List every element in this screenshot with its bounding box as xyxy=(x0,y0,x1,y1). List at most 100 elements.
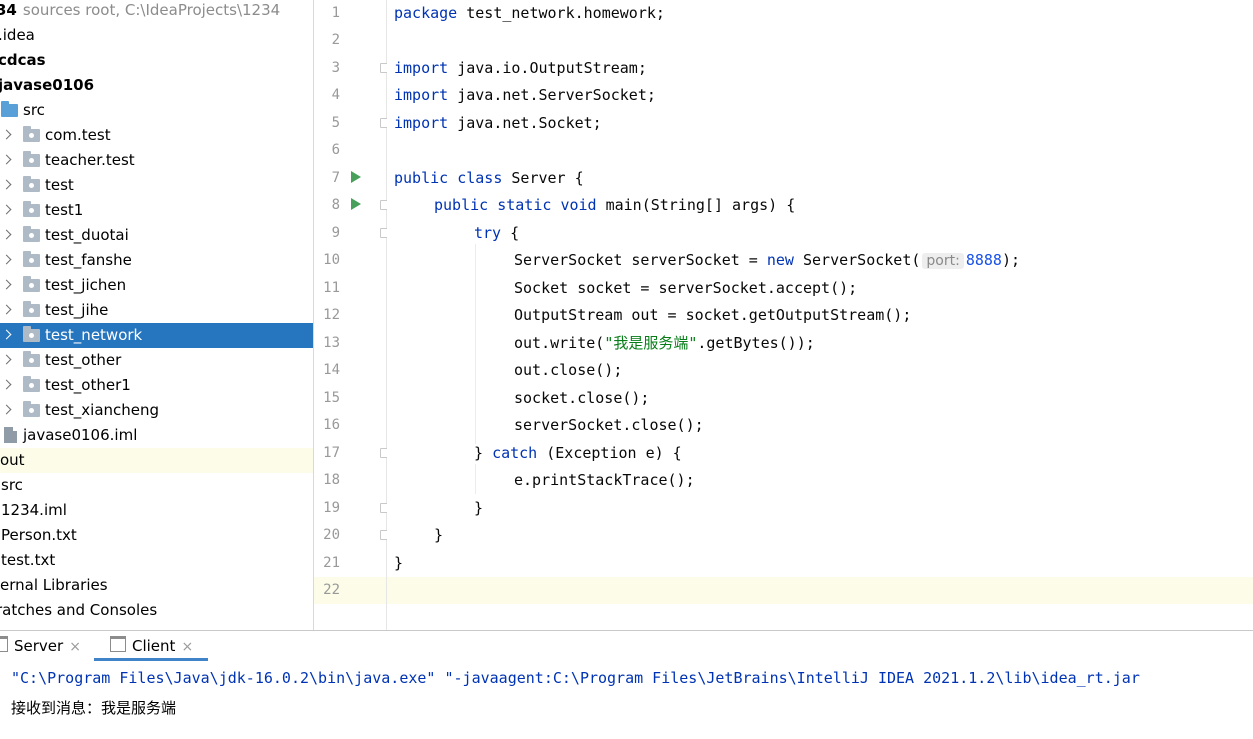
tree-item-src-root[interactable]: src xyxy=(0,473,313,498)
run-tab-client[interactable]: Client × xyxy=(94,631,208,661)
code-token: ServerSocket( xyxy=(793,251,921,269)
tree-item-external-libraries[interactable]: ernal Libraries xyxy=(0,573,313,598)
code-token: main(String[] args) { xyxy=(596,196,796,214)
source-folder-icon xyxy=(1,101,18,117)
indent-guide xyxy=(475,464,476,494)
code-line-3: import java.io.OutputStream; xyxy=(394,55,647,82)
tree-item-root[interactable]: 34 sources root, C:\IdeaProjects\1234 xyxy=(0,0,313,23)
tree-item-test1[interactable]: test1 xyxy=(0,198,313,223)
tree-item-cdcas[interactable]: cdcas xyxy=(0,48,313,73)
tree-item-com-test[interactable]: com.test xyxy=(0,123,313,148)
tree-item-label: test_other1 xyxy=(45,376,131,394)
package-folder-icon xyxy=(23,176,40,192)
editor-gutter[interactable]: 1 2 3 4 5 6 7 8 9 10 11 12 13 14 15 16 1… xyxy=(314,0,390,630)
tree-item-out[interactable]: out xyxy=(0,448,313,473)
tree-item-label: javase0106.iml xyxy=(23,426,138,444)
tree-item-label: test xyxy=(45,176,74,194)
package-folder-icon xyxy=(23,401,40,417)
chevron-right-icon[interactable] xyxy=(2,248,14,272)
code-token: .getBytes()); xyxy=(697,334,815,352)
tree-item-test-network[interactable]: test_network xyxy=(0,323,313,348)
chevron-right-icon[interactable] xyxy=(2,123,14,147)
tree-item-test-jichen[interactable]: test_jichen xyxy=(0,273,313,298)
package-folder-icon xyxy=(23,251,40,267)
tree-item-person-txt[interactable]: Person.txt xyxy=(0,523,313,548)
line-number: 1 xyxy=(331,5,340,21)
chevron-right-icon[interactable] xyxy=(2,298,14,322)
package-folder-icon xyxy=(23,151,40,167)
code-token: java.net.Socket; xyxy=(448,114,602,132)
line-number: 7 xyxy=(331,170,340,186)
tree-item-javase0106-iml[interactable]: javase0106.iml xyxy=(0,423,313,448)
tree-item-teacher-test[interactable]: teacher.test xyxy=(0,148,313,173)
code-line-8: public static void main(String[] args) { xyxy=(434,192,795,219)
tree-item-test-other[interactable]: test_other xyxy=(0,348,313,373)
tree-item-label: ratches and Consoles xyxy=(0,601,158,619)
tree-item-label: test_network xyxy=(45,326,143,344)
line-number: 15 xyxy=(323,390,340,406)
code-token: package xyxy=(394,4,458,22)
current-line-highlight xyxy=(387,577,1253,604)
code-token: } xyxy=(474,444,493,462)
tree-item-label: Person.txt xyxy=(1,526,77,544)
chevron-right-icon[interactable] xyxy=(2,273,14,297)
tree-item-label: ernal Libraries xyxy=(0,576,108,594)
run-class-icon[interactable] xyxy=(351,171,361,183)
parameter-hint: port: xyxy=(922,253,964,269)
code-token: static xyxy=(497,196,552,214)
line-number: 9 xyxy=(331,225,340,241)
line-number: 17 xyxy=(323,445,340,461)
code-line-14: out.close(); xyxy=(514,361,623,379)
chevron-right-icon[interactable] xyxy=(2,373,14,397)
chevron-right-icon[interactable] xyxy=(2,348,14,372)
tree-item-test-other1[interactable]: test_other1 xyxy=(0,373,313,398)
tree-item-label: src xyxy=(23,101,45,119)
line-number: 5 xyxy=(331,115,340,131)
chevron-right-icon[interactable] xyxy=(2,198,14,222)
tree-item-test-fanshe[interactable]: test_fanshe xyxy=(0,248,313,273)
package-folder-icon xyxy=(23,226,40,242)
line-number: 3 xyxy=(331,60,340,76)
tree-item-label: 34 xyxy=(0,1,17,19)
package-folder-icon xyxy=(23,351,40,367)
tree-item-test-jihe[interactable]: test_jihe xyxy=(0,298,313,323)
run-tab-server[interactable]: Server × xyxy=(0,631,81,662)
tree-item-1234-iml[interactable]: 1234.iml xyxy=(0,498,313,523)
package-folder-icon xyxy=(23,276,40,292)
code-line-5: import java.net.Socket; xyxy=(394,110,602,137)
code-token: void xyxy=(560,196,597,214)
tab-label: Client xyxy=(132,637,176,655)
tree-item-test-duotai[interactable]: test_duotai xyxy=(0,223,313,248)
tree-item-label: test_fanshe xyxy=(45,251,132,269)
tree-item-test[interactable]: test xyxy=(0,173,313,198)
tree-item-test-txt[interactable]: test.txt xyxy=(0,548,313,573)
code-token: out.write( xyxy=(514,334,605,352)
tree-item-javase0106[interactable]: javase0106 xyxy=(0,73,313,98)
chevron-right-icon[interactable] xyxy=(2,323,14,347)
tree-item-src[interactable]: src xyxy=(0,98,313,123)
code-line-9: try { xyxy=(474,220,519,247)
tree-item-label: cdcas xyxy=(0,51,46,69)
tree-item-label: 1234.iml xyxy=(1,501,67,519)
chevron-right-icon[interactable] xyxy=(2,398,14,422)
close-tab-icon[interactable]: × xyxy=(181,639,193,655)
code-line-1: package test_network.homework; xyxy=(394,0,665,27)
code-token: public xyxy=(434,196,489,214)
code-token: (Exception e) { xyxy=(537,444,682,462)
console-output-line: 接收到消息：我是服务端 xyxy=(11,699,177,717)
package-folder-icon xyxy=(23,376,40,392)
run-main-icon[interactable] xyxy=(351,198,361,210)
line-number: 4 xyxy=(331,87,340,103)
chevron-right-icon[interactable] xyxy=(2,223,14,247)
line-number: 21 xyxy=(323,555,340,571)
code-token: import xyxy=(394,59,449,77)
chevron-right-icon[interactable] xyxy=(2,173,14,197)
code-editor[interactable]: package test_network.homework; import ja… xyxy=(387,0,1253,630)
code-token: 8888 xyxy=(965,251,1002,269)
tree-item-scratches-and-consoles[interactable]: ratches and Consoles xyxy=(0,598,313,623)
close-tab-icon[interactable]: × xyxy=(69,639,81,655)
tree-item-test-xiancheng[interactable]: test_xiancheng xyxy=(0,398,313,423)
tree-item-idea[interactable]: .idea xyxy=(0,23,313,48)
code-token: import xyxy=(394,114,449,132)
chevron-right-icon[interactable] xyxy=(2,148,14,172)
